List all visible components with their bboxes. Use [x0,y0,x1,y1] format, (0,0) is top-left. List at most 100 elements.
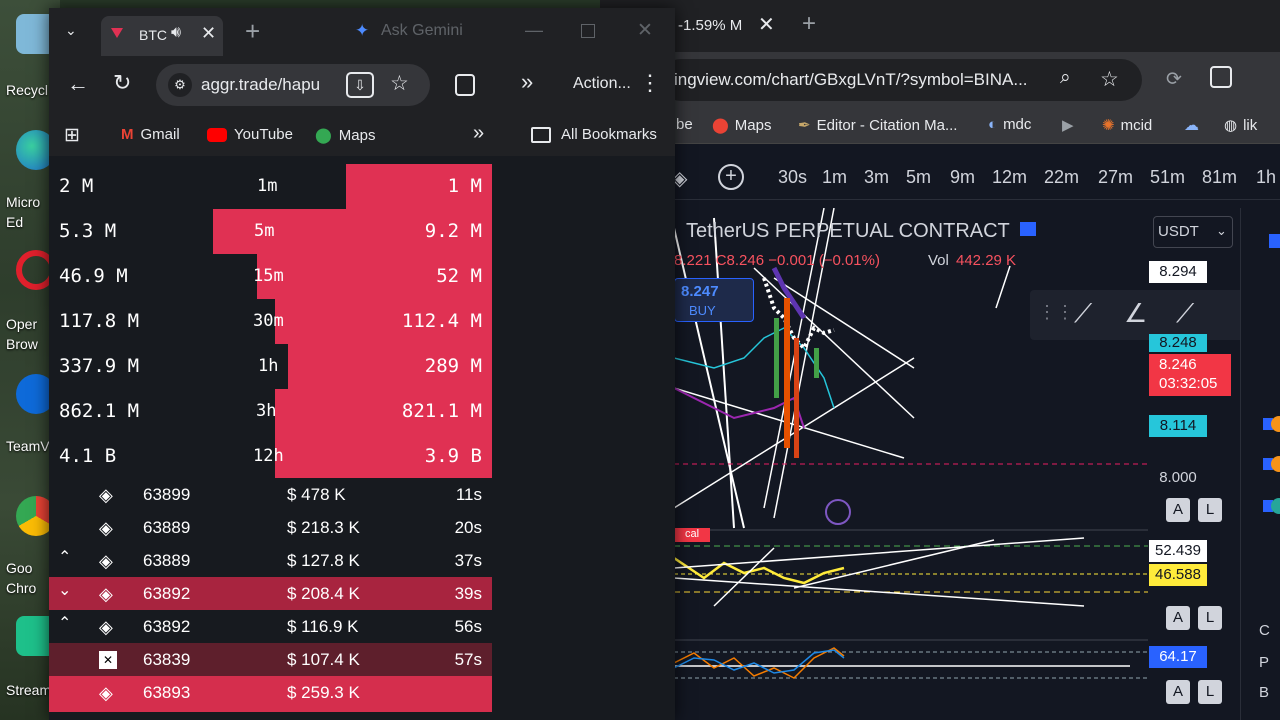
chevron-up-icon: ⌃ [58,615,72,632]
extensions-icon[interactable] [1210,66,1232,88]
reload-icon[interactable]: ↻ [113,70,131,96]
bookmark-label: mdc [1003,116,1032,133]
bookmark-mdc[interactable]: ◐ mdc [988,116,1031,133]
interval-3m[interactable]: 3m [864,167,889,188]
address-bar[interactable]: ingview.com/chart/GBxgLVnT/?symbol=BINA.… [660,59,1142,101]
bookmark-mcid[interactable]: ✺ mcid [1102,116,1152,135]
bookmark-cloud[interactable]: ☁ [1184,116,1199,134]
back-arrow-icon[interactable]: ← [67,71,89,97]
bookmark-youtube[interactable]: YouTube [207,126,293,143]
more-tabs-chevron-icon[interactable]: » [521,69,533,95]
auto-scale-button[interactable]: A [1166,680,1190,704]
close-tab-icon[interactable]: ✕ [201,23,216,44]
flag-icon[interactable] [1269,234,1280,248]
ohlc-values: 8.221 C8.246 −0.001 (−0.01%) [674,252,880,269]
trade-time: 37s [454,551,482,570]
zoom-icon[interactable]: ⌕ [1060,67,1071,89]
bookmark-maps[interactable]: ⬤ Maps [315,126,376,145]
extensions-icon[interactable] [455,74,475,96]
speaker-icon[interactable]: 🔊︎ [171,24,181,42]
ask-gemini-button[interactable]: Ask Gemini [381,22,463,40]
binance-icon: ◈ [99,617,113,637]
more-bookmarks-chevron-icon[interactable]: » [473,122,484,145]
close-window-icon[interactable]: ✕ [637,19,653,42]
trade-row: ◈ 63889 $ 218.3 K 20s [49,511,492,544]
buy-button[interactable]: 8.247 BUY [674,278,754,322]
angle-line-icon[interactable]: ∠ [1124,298,1147,329]
interval-27m[interactable]: 27m [1098,167,1133,188]
maximize-icon[interactable] [581,24,595,38]
trade-amount: $ 478 K [287,485,346,504]
tab-title: BTC [139,27,167,43]
bookmark-lik[interactable]: ◍ lik [1224,116,1257,135]
ray-line-icon[interactable]: ⟋ [1176,298,1194,330]
trade-price: 63893 [143,683,191,702]
tab-search-chevron-icon[interactable]: ⌄ [65,22,77,39]
log-scale-button[interactable]: L [1198,680,1222,704]
stats-row: 5.3 M 5m 9.2 M [49,209,492,254]
sync-icon[interactable]: ⟳ [1166,68,1182,91]
active-tab[interactable]: BTC 🔊︎ ✕ [101,16,223,56]
actions-button[interactable]: Action... [573,75,631,93]
interval-9m[interactable]: 9m [950,167,975,188]
interval-5m[interactable]: 5m [906,167,931,188]
interval-1m[interactable]: 1m [822,167,847,188]
timeframe-label: 1m [257,176,278,196]
trade-price: 63899 [143,485,191,504]
trend-line-icon[interactable]: ⟋ [1074,298,1092,330]
new-tab-icon[interactable]: + [245,16,260,47]
stats-row: 46.9 M 15m 52 M [49,254,492,299]
star-icon[interactable]: ☆ [390,71,409,96]
buy-volume-value: 9.2 M [424,220,482,242]
interval-1h[interactable]: 1h [1256,167,1276,188]
binance-icon: ◈ [99,518,113,538]
address-bar[interactable]: ⚙ aggr.trade/hapu ⇩ ☆ [156,64,430,106]
interval-12m[interactable]: 12m [992,167,1027,188]
auto-scale-button[interactable]: A [1166,606,1190,630]
interval-81m[interactable]: 81m [1202,167,1237,188]
bookmark-editor-citation[interactable]: ✒ Editor - Citation Ma... [798,116,957,135]
site-info-icon[interactable]: ⚙ [168,73,192,97]
bookmark-item[interactable]: be [676,116,693,133]
trade-time: 11s [455,485,482,504]
interval-51m[interactable]: 51m [1150,167,1185,188]
log-scale-button[interactable]: L [1198,606,1222,630]
bookmark-maps[interactable]: ⬤ Maps [712,116,771,135]
close-tab-icon[interactable]: ✕ [758,12,775,37]
volume-value: 442.29 K [956,252,1017,269]
price-label-high: 8.294 [1149,261,1207,283]
drag-handle-icon[interactable]: ⋮⋮ [1038,302,1074,323]
watchlist-letter: P [1259,654,1270,671]
timeframe-label: 5m [254,221,275,241]
all-bookmarks-button[interactable]: All Bookmarks [531,126,657,143]
foreground-browser-window[interactable]: ⌄ BTC 🔊︎ ✕ + ✦ Ask Gemini — ✕ ← ↻ ⚙ aggr… [49,8,675,720]
watchlist-letter: C [1259,622,1270,639]
bookmark-folder-icon[interactable]: ▶ [1062,116,1074,134]
trade-amount: $ 107.4 K [287,650,360,669]
apps-grid-icon[interactable]: ⊞ [64,124,80,147]
bookmark-label: Maps [338,126,376,144]
interval-30s[interactable]: 30s [778,167,807,188]
minimize-icon[interactable]: — [525,20,543,41]
star-icon[interactable]: ☆ [1100,67,1119,92]
flag-icon[interactable] [1020,222,1036,236]
chart-pane[interactable]: TetherUS PERPETUAL CONTRACT 8.221 C8.246… [674,208,1148,720]
stats-row: 862.1 M 3h 821.1 M [49,389,492,434]
add-indicator-icon[interactable]: + [718,164,744,190]
install-app-icon[interactable]: ⇩ [346,72,374,98]
interval-22m[interactable]: 22m [1044,167,1079,188]
sell-volume-value: 4.1 B [59,445,117,467]
gemini-icon: ✦ [355,21,370,40]
sell-volume-value: 46.9 M [59,265,128,287]
new-tab-icon[interactable]: + [802,10,816,38]
tab-title[interactable]: -1.59% M [678,17,742,34]
quill-icon: ✒ [798,117,811,134]
bookmark-gmail[interactable]: M Gmail [121,126,180,143]
trade-amount: $ 116.9 K [287,617,359,636]
auto-scale-button[interactable]: A [1166,498,1190,522]
currency-select[interactable]: USDT ⌄ [1153,216,1233,248]
price-label-band: 8.114 [1149,415,1207,437]
menu-kebab-icon[interactable]: ⋮ [639,70,661,96]
binance-icon: ◈ [99,485,113,505]
log-scale-button[interactable]: L [1198,498,1222,522]
